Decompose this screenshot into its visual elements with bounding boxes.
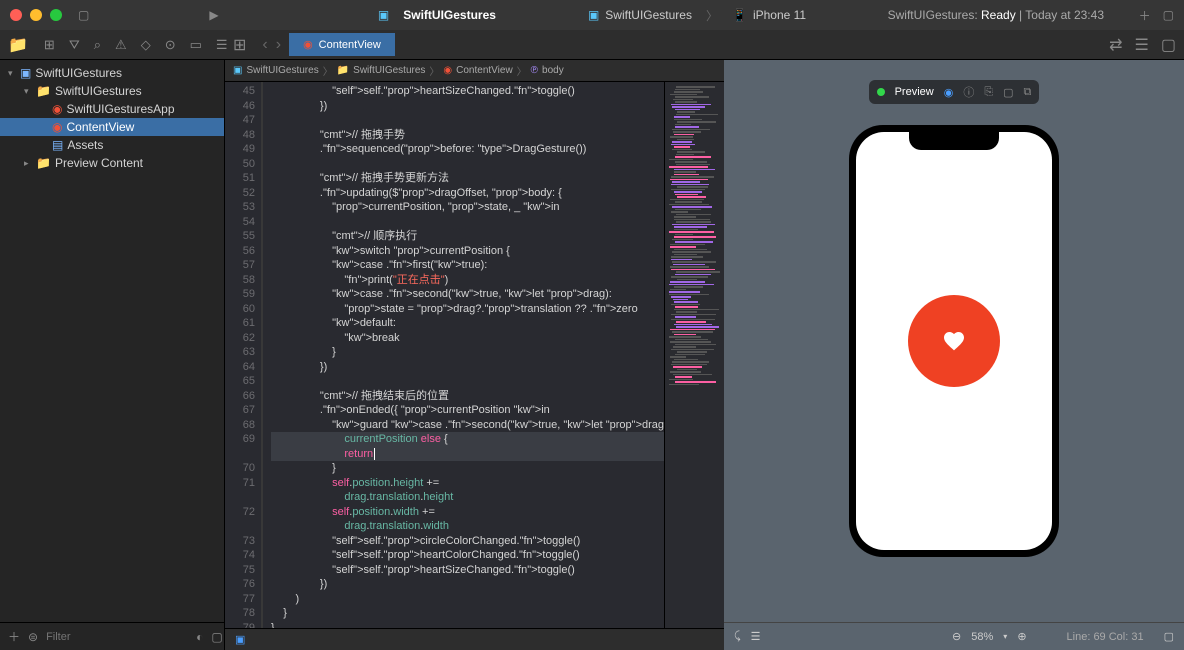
focus-icon[interactable]: ▢ [1164,630,1174,643]
minimize-window[interactable] [30,9,42,21]
warning-icon[interactable]: ⚠ [115,37,127,53]
zoom-window[interactable] [50,9,62,21]
library-icon[interactable]: ▢ [1163,8,1174,22]
debug-area-icon[interactable]: ▣ [235,633,245,646]
preview-device-icon[interactable]: ▢ [1003,86,1013,99]
nav-icon-1[interactable]: ⊞ [44,37,55,53]
cursor-position: Line: 69 Col: 31 [1067,631,1144,643]
navigator-sidebar: ▾▣ SwiftUIGestures ▾📁 SwiftUIGestures ◉ … [0,60,225,650]
nav-back[interactable]: ‹ [262,36,267,54]
preview-settings-icon[interactable]: ☰ [751,630,761,643]
close-window[interactable] [10,9,22,21]
preview-label: Preview [895,86,934,98]
status-bar: SwiftUIGestures: Ready | Today at 23:43 [888,8,1104,22]
editor-layout-icon[interactable]: ☰ [1135,35,1149,55]
zoom-dropdown-icon[interactable]: ▾ [1003,632,1007,641]
nav-icon-6[interactable]: ⊙ [165,37,176,53]
zoom-level[interactable]: 58% [971,631,993,643]
file-navigator-icon[interactable]: 📁 [8,35,28,55]
zoom-in-icon[interactable]: ⊕ [1017,630,1026,643]
heart-circle [908,295,1000,387]
jump-bar[interactable]: ▣SwiftUIGestures 〉 📁SwiftUIGestures 〉 ◉C… [225,60,724,82]
related-items-icon[interactable]: ⊞ [225,35,254,55]
nav-icon-5[interactable]: ◇ [141,37,151,53]
editor-area: ▣SwiftUIGestures 〉 📁SwiftUIGestures 〉 ◉C… [225,60,724,650]
device-name: iPhone 11 [753,8,806,22]
preview-pane: Preview ◉ ⓘ ⎘ ▢ ⧉ ⤹ ☰ ⊖ 58% [724,60,1184,650]
scheme-name: SwiftUIGestures [605,8,692,22]
live-preview-icon[interactable]: ◉ [944,86,954,99]
preview-bottom-bar: ⤹ ☰ ⊖ 58% ▾ ⊕ Line: 69 Col: 31 ▢ [724,622,1184,650]
preview-duplicate-icon[interactable]: ⧉ [1024,86,1032,99]
line-gutter: 4546474849505152535455565758596061626364… [225,82,263,628]
sidebar-filter-bar: ＋ ⊜ ◐ ▢ [0,622,224,650]
phone-screen [856,132,1052,550]
tree-preview-content[interactable]: ▸📁 Preview Content [0,154,224,172]
tree-root[interactable]: ▾▣ SwiftUIGestures [0,64,224,82]
phone-frame [849,125,1059,557]
code-editor[interactable]: "self">self."prop">heartSizeChanged."fn"… [263,82,664,628]
file-tree: ▾▣ SwiftUIGestures ▾📁 SwiftUIGestures ◉ … [0,60,224,622]
toolbar: 📁 ⊞ ⛛ ⌕ ⚠ ◇ ⊙ ▭ ☰ ⊞ ‹ › ◉ ContentView ⇄ … [0,30,1184,60]
editor-option-icon[interactable]: ⇄ [1109,35,1122,55]
tree-file-contentview[interactable]: ◉ ContentView [0,118,224,136]
nav-icon-2[interactable]: ⛛ [69,37,80,53]
titlebar: ▢ ▶ ▣ SwiftUIGestures ▣ SwiftUIGestures … [0,0,1184,30]
scheme-selector[interactable]: ▣ SwiftUIGestures ▣ SwiftUIGestures 〉 📱 … [378,7,806,24]
run-button[interactable]: ▶ [209,8,218,22]
preview-info-icon[interactable]: ⓘ [963,84,974,100]
search-icon[interactable]: ⌕ [94,37,101,53]
add-file-icon[interactable]: ＋ [8,628,20,645]
swift-icon: ◉ [303,38,313,51]
scm-icon[interactable]: ▢ [211,630,222,644]
add-icon[interactable]: ＋ [1139,7,1151,24]
preview-copy-icon[interactable]: ⎘ [984,86,993,99]
filter-input[interactable] [46,631,188,643]
inspector-toggle-icon[interactable]: ▢ [1161,35,1176,55]
recent-icon[interactable]: ◐ [196,630,203,644]
main-area: ▾▣ SwiftUIGestures ▾📁 SwiftUIGestures ◉ … [0,60,1184,650]
tab-contentview[interactable]: ◉ ContentView [289,33,395,56]
preview-canvas[interactable]: Preview ◉ ⓘ ⎘ ▢ ⧉ [724,60,1184,622]
zoom-out-icon[interactable]: ⊖ [952,630,961,643]
nav-forward[interactable]: › [276,36,281,54]
phone-notch [909,132,999,150]
tree-assets[interactable]: ▤ Assets [0,136,224,154]
preview-toolbar: Preview ◉ ⓘ ⎘ ▢ ⧉ [869,80,1040,104]
sidebar-toggle-icon[interactable]: ▢ [78,8,89,22]
tree-file-app[interactable]: ◉ SwiftUIGesturesApp [0,100,224,118]
tree-folder[interactable]: ▾📁 SwiftUIGestures [0,82,224,100]
editor-body: 4546474849505152535455565758596061626364… [225,82,724,628]
heart-icon [942,329,966,353]
project-name: SwiftUIGestures [403,8,496,22]
minimap[interactable] [664,82,724,628]
pin-icon[interactable]: ⤹ [734,630,741,643]
filter-icon[interactable]: ⊜ [28,630,38,644]
traffic-lights [10,9,62,21]
editor-bottom-bar: ▣ [225,628,724,650]
nav-icon-7[interactable]: ▭ [190,37,202,53]
preview-status-dot [877,88,885,96]
